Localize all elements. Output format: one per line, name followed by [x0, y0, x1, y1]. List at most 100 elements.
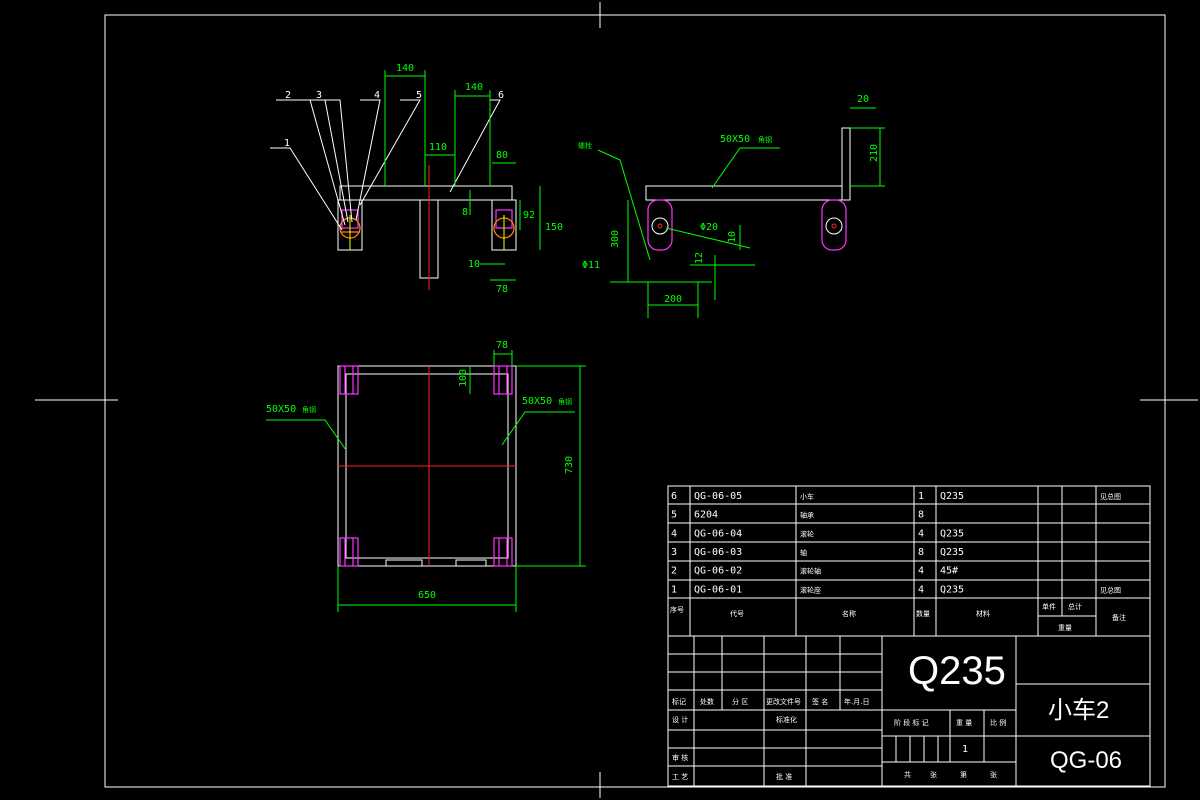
- hdr-note: 备注: [1112, 613, 1126, 622]
- dim-78-a: 78: [496, 284, 508, 295]
- hdr-qty: 数量: [916, 609, 930, 618]
- parts-row-4-qty: 4: [918, 528, 924, 539]
- dim-12: 12: [694, 252, 705, 264]
- rev-label-1: 处数: [700, 697, 714, 706]
- weight-label: 重 量: [956, 719, 972, 727]
- parts-row-6-note: 见总图: [1100, 492, 1121, 501]
- plan-view: 78 100 730 650 50X50 角钢 50X50 角钢: [266, 340, 586, 612]
- parts-row-2-no: 2: [671, 566, 677, 577]
- rev-label-0: 标记: [672, 697, 686, 706]
- tube-label-side: 50X50: [720, 134, 750, 145]
- dim-140-b: 140: [465, 82, 483, 93]
- parts-row-2-material: 45#: [940, 566, 958, 577]
- parts-row-3-qty: 8: [918, 547, 924, 558]
- tube-label-plan-left: 50X50: [266, 404, 296, 415]
- parts-row-4-no: 4: [671, 528, 677, 539]
- dim-78-b: 78: [496, 340, 508, 351]
- balloon-4: 4: [374, 90, 380, 101]
- parts-row-1-code: QG-06-01: [694, 584, 742, 595]
- bolt-label: 螺栓: [578, 141, 592, 150]
- parts-row-1-name: 滚轮座: [800, 585, 821, 594]
- hdr-weight: 重量: [1058, 624, 1072, 632]
- dim-110: 110: [429, 142, 447, 153]
- parts-row-2-qty: 4: [918, 566, 924, 577]
- review-label: 审 核: [672, 753, 688, 762]
- parts-header: 序号 代号 名称 数量 材料 单件 总计 重量 备注: [670, 602, 1126, 632]
- dim-100: 100: [458, 369, 469, 387]
- sheet-1: 张: [930, 770, 937, 779]
- standard-label: 标准化: [776, 715, 797, 724]
- dim-210: 210: [869, 144, 880, 162]
- parts-row-5-name: 轴承: [800, 511, 814, 520]
- design-label: 设 计: [672, 715, 688, 724]
- side-view: 20 210 300 Φ11 Φ20 10 12 200 50X50 角钢 螺栓: [578, 94, 885, 318]
- dim-140-a: 140: [396, 63, 414, 74]
- approve-label: 批 准: [776, 772, 792, 781]
- hdr-total: 总计: [1068, 602, 1082, 611]
- parts-row-4-material: Q235: [940, 528, 964, 539]
- dim-650: 650: [418, 590, 436, 601]
- parts-row-6-name: 小车: [800, 492, 814, 501]
- parts-row-5-code: 6204: [694, 510, 718, 521]
- craft-label: 工 艺: [672, 773, 688, 781]
- parts-row-3-name: 轴: [800, 548, 807, 557]
- parts-row-6-qty: 1: [918, 491, 924, 502]
- hdr-no: 序号: [670, 605, 684, 614]
- sheet-0: 共: [904, 770, 911, 779]
- dim-phi20: Φ20: [700, 222, 718, 233]
- drawing-frame: [35, 2, 1198, 798]
- scale-value: 1: [962, 744, 968, 755]
- parts-row-2-code: QG-06-02: [694, 566, 742, 577]
- dim-80: 80: [496, 150, 508, 161]
- title-block-text: Q235 小车2 QG-06 1 标记 处数 分 区 更改文件号 签 名 年.月…: [672, 649, 1122, 781]
- hdr-unit: 单件: [1042, 602, 1056, 611]
- dim-200: 200: [664, 294, 682, 305]
- tube-label-side-suffix: 角钢: [758, 135, 772, 144]
- balloon-5: 5: [416, 90, 422, 101]
- dim-92: 92: [523, 210, 535, 221]
- sheet-2: 第: [960, 770, 967, 779]
- hdr-code: 代号: [730, 609, 744, 618]
- dim-phi11: Φ11: [582, 260, 600, 271]
- rev-label-5: 年.月.日: [844, 697, 869, 706]
- dim-300: 300: [610, 230, 621, 248]
- dim-8: 8: [462, 207, 468, 218]
- tube-label-plan-right-suffix: 角钢: [558, 397, 572, 406]
- tube-label-plan-left-suffix: 角钢: [302, 405, 316, 414]
- balloon-3: 3: [316, 90, 322, 101]
- rev-label-4: 签 名: [812, 697, 828, 706]
- parts-row-5-no: 5: [671, 510, 677, 521]
- stage-label: 阶 段 标 记: [894, 718, 929, 727]
- dim-10-a: 10: [468, 259, 480, 270]
- parts-row-1-no: 1: [671, 584, 677, 595]
- part-name: 小车2: [1048, 697, 1109, 724]
- sheet-3: 张: [990, 770, 997, 779]
- dim-150: 150: [545, 222, 563, 233]
- material-title: Q235: [908, 649, 1006, 693]
- scale-label: 比 例: [990, 718, 1006, 727]
- dim-730: 730: [564, 456, 575, 474]
- parts-row-6-code: QG-06-05: [694, 491, 742, 502]
- parts-row-4-code: QG-06-04: [694, 528, 742, 539]
- parts-row-6-material: Q235: [940, 491, 964, 502]
- hdr-name: 名称: [842, 609, 856, 618]
- hdr-material: 材料: [976, 609, 990, 618]
- parts-row-6-no: 6: [671, 491, 677, 502]
- parts-row-3-code: QG-06-03: [694, 547, 742, 558]
- dim-10-b: 10: [727, 231, 738, 243]
- drawing-number: QG-06: [1050, 747, 1122, 774]
- parts-row-1-note: 见总图: [1100, 585, 1121, 594]
- balloon-1: 1: [284, 138, 290, 149]
- parts-row-3-material: Q235: [940, 547, 964, 558]
- parts-row-5-qty: 8: [918, 510, 924, 521]
- rev-label-2: 分 区: [732, 697, 748, 706]
- rev-label-3: 更改文件号: [766, 697, 801, 706]
- parts-row-1-material: Q235: [940, 584, 964, 595]
- cad-drawing: 140 140 110 80 8 92 150 10 78 2 3 4 5 6 …: [35, 2, 1198, 798]
- tube-label-plan-right: 50X50: [522, 396, 552, 407]
- balloon-6: 6: [498, 90, 504, 101]
- parts-row-2-name: 滚轮轴: [800, 567, 821, 576]
- parts-row-4-name: 滚轮: [800, 529, 814, 538]
- parts-row-1-qty: 4: [918, 584, 924, 595]
- balloon-2: 2: [285, 90, 291, 101]
